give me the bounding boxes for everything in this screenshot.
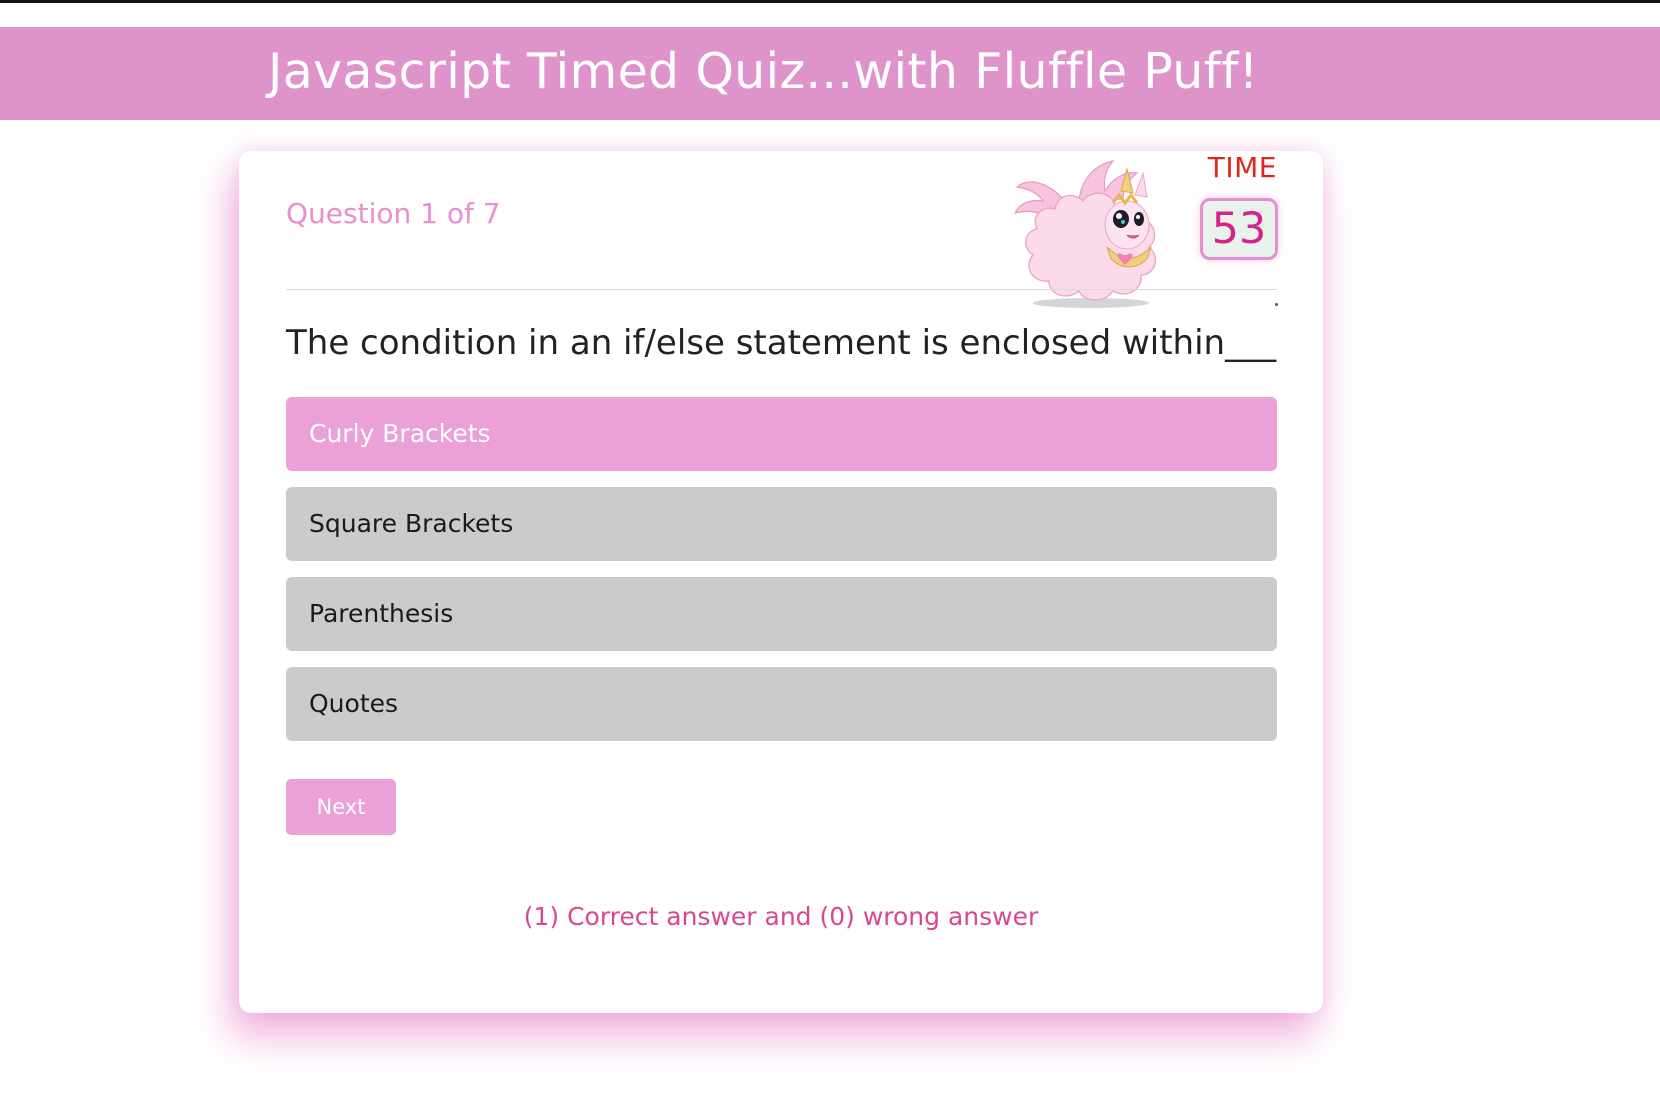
answer-label: Curly Brackets [309,419,491,448]
header-divider [286,289,1277,290]
next-button[interactable]: Next [286,779,396,835]
page-title: Javascript Timed Quiz...with Fluffle Puf… [268,43,1259,100]
timer-box: 53 [1200,198,1278,260]
divider-dot [1275,303,1278,306]
answer-option-parenthesis[interactable]: Parenthesis [286,577,1277,651]
top-rule [0,0,1660,3]
answer-label: Parenthesis [309,599,454,628]
answer-label: Quotes [309,689,399,718]
answer-label: Square Brackets [309,509,514,538]
page-header: Javascript Timed Quiz...with Fluffle Puf… [0,27,1660,120]
score-summary: (1) Correct answer and (0) wrong answer [523,902,1039,931]
time-label: TIME [1207,151,1277,184]
question-counter: Question 1 of 7 [286,197,501,230]
quiz-card: Question 1 of 7 TIME 53 The condition in… [239,151,1323,1013]
question-text: The condition in an if/else statement is… [286,323,1277,363]
answer-option-curly-brackets[interactable]: Curly Brackets [286,397,1277,471]
answer-option-square-brackets[interactable]: Square Brackets [286,487,1277,561]
timer-value: 53 [1211,204,1267,254]
answer-option-quotes[interactable]: Quotes [286,667,1277,741]
